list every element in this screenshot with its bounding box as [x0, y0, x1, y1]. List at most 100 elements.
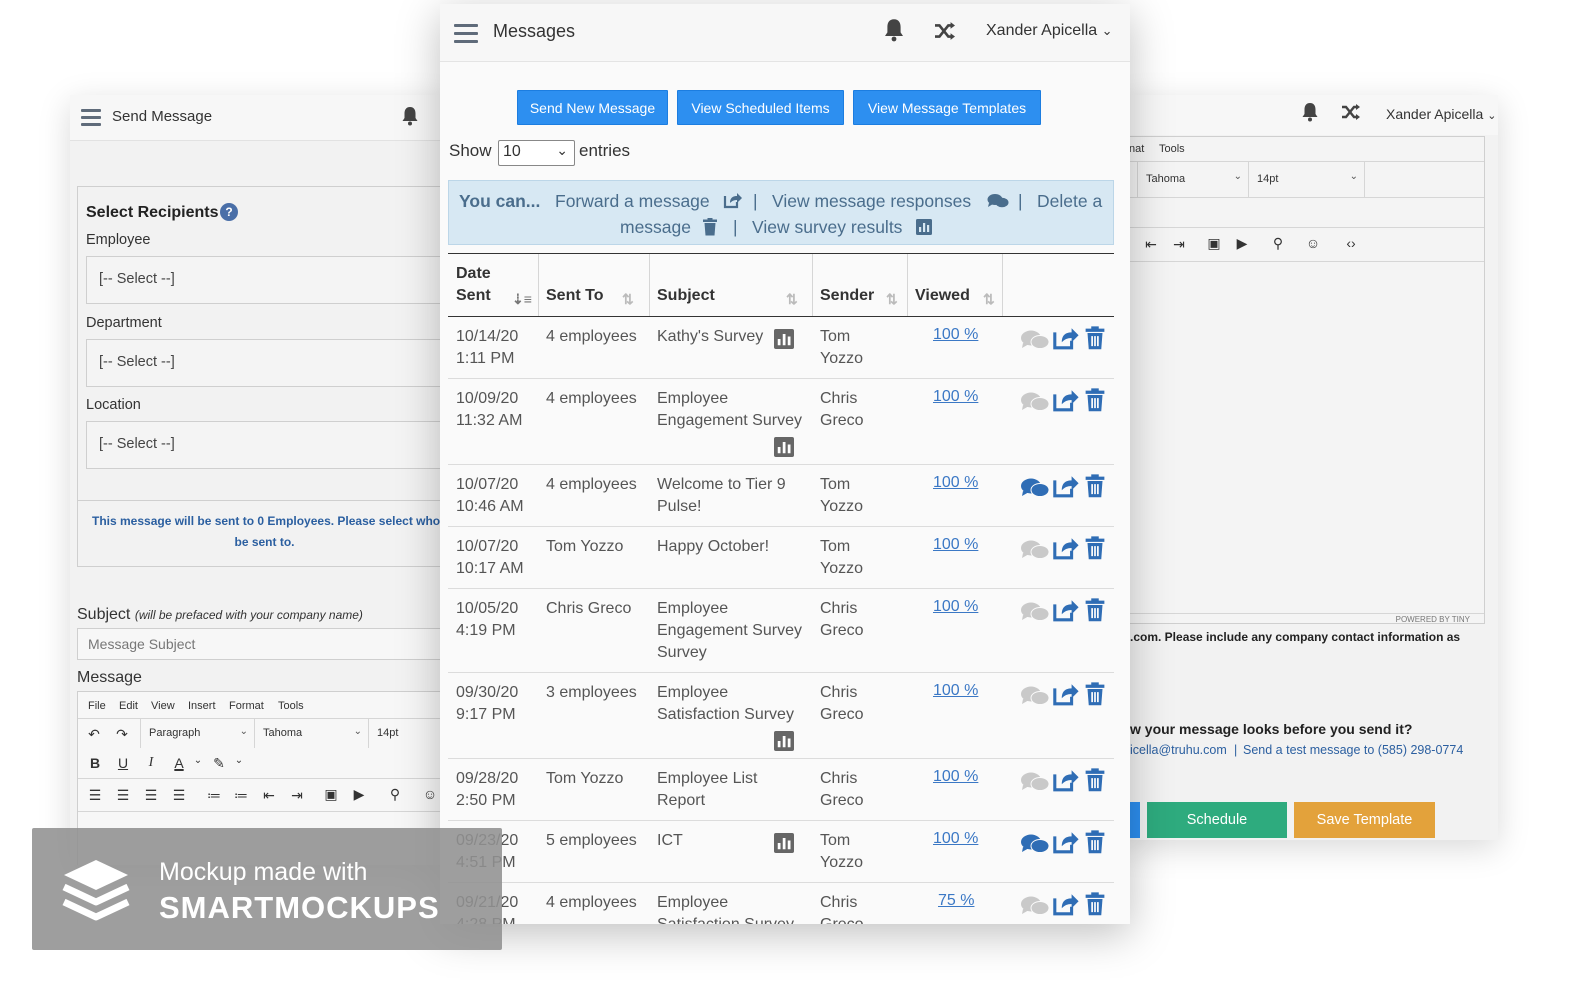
- comments-icon[interactable]: [1020, 391, 1050, 413]
- viewed-link[interactable]: 100 %: [933, 768, 978, 786]
- align-left-icon[interactable]: ☰: [87, 787, 103, 804]
- bell-icon[interactable]: [883, 18, 905, 42]
- user-menu[interactable]: Xander Apicella ⌄: [1386, 106, 1496, 122]
- location-select[interactable]: [-- Select --]: [86, 421, 450, 469]
- viewed-link[interactable]: 100 %: [933, 388, 978, 406]
- entries-select[interactable]: 10 ⌄: [498, 140, 575, 166]
- bar-chart-icon[interactable]: [774, 437, 794, 457]
- forward-icon[interactable]: [1052, 891, 1080, 917]
- sort-icon[interactable]: ⇅: [622, 291, 634, 308]
- col-sender[interactable]: Sender ⇅: [812, 254, 907, 316]
- bell-icon[interactable]: [401, 106, 419, 126]
- sort-icon[interactable]: ⇅: [786, 291, 798, 308]
- viewed-link[interactable]: 75 %: [938, 892, 974, 910]
- comments-icon[interactable]: [1020, 685, 1050, 707]
- media-icon[interactable]: ▶: [1234, 235, 1250, 252]
- comments-icon[interactable]: [1020, 833, 1050, 855]
- trash-icon[interactable]: [1085, 474, 1105, 498]
- outdent-icon[interactable]: ⇤: [261, 787, 277, 804]
- bullet-list-icon[interactable]: ≔: [206, 787, 222, 804]
- align-right-icon[interactable]: ☰: [143, 787, 159, 804]
- indent-icon[interactable]: ⇥: [289, 787, 305, 804]
- col-viewed[interactable]: Viewed ⇅: [907, 254, 1002, 316]
- department-select[interactable]: [-- Select --]: [86, 339, 450, 387]
- align-justify-icon[interactable]: ☰: [171, 787, 187, 804]
- chevron-down-icon[interactable]: ⌄: [231, 755, 247, 766]
- message-editor[interactable]: nat Tools Tahoma ⌄ 14pt ⌄ ⇤ ⇥ ▣ ▶ ⚲ ☺ ‹› P…: [1128, 136, 1485, 624]
- shuffle-icon[interactable]: [1341, 103, 1361, 121]
- comments-icon[interactable]: [1020, 477, 1050, 499]
- test-sms-link[interactable]: Send a test message to (585) 298-0774: [1243, 743, 1463, 757]
- menu-file[interactable]: File: [88, 700, 106, 712]
- bar-chart-icon[interactable]: [774, 731, 794, 751]
- sort-icon[interactable]: ⇅: [886, 291, 898, 308]
- indent-icon[interactable]: ⇥: [1171, 236, 1187, 253]
- menu-insert[interactable]: Insert: [188, 700, 216, 712]
- col-sent-to[interactable]: Sent To ⇅: [538, 254, 649, 316]
- sort-desc-icon[interactable]: ⇣≡: [512, 291, 532, 308]
- comments-icon[interactable]: [1020, 771, 1050, 793]
- bold-icon[interactable]: B: [87, 755, 103, 771]
- highlight-icon[interactable]: ✎: [211, 755, 227, 772]
- hamburger-icon[interactable]: [81, 109, 101, 126]
- user-menu[interactable]: Xander Apicella ⌄: [986, 22, 1113, 40]
- trash-icon[interactable]: [1085, 682, 1105, 706]
- image-icon[interactable]: ▣: [1206, 235, 1222, 252]
- forward-icon[interactable]: [1052, 829, 1080, 855]
- viewed-link[interactable]: 100 %: [933, 830, 978, 848]
- view-message-templates-button[interactable]: View Message Templates: [853, 90, 1041, 125]
- menu-format-partial[interactable]: nat: [1129, 143, 1144, 155]
- menu-tools[interactable]: Tools: [278, 700, 304, 712]
- trash-icon[interactable]: [1085, 388, 1105, 412]
- forward-icon[interactable]: [1052, 535, 1080, 561]
- trash-icon[interactable]: [1085, 326, 1105, 350]
- chevron-down-icon[interactable]: ⌄: [190, 755, 206, 766]
- col-date-sent[interactable]: Date Sent ⇣≡: [448, 254, 538, 316]
- forward-icon[interactable]: [1052, 325, 1080, 351]
- redo-icon[interactable]: ↷: [114, 726, 130, 743]
- trash-icon[interactable]: [1085, 830, 1105, 854]
- col-subject[interactable]: Subject ⇅: [649, 254, 812, 316]
- forward-icon[interactable]: [1052, 597, 1080, 623]
- numbered-list-icon[interactable]: ≔: [233, 787, 249, 804]
- forward-icon[interactable]: [1052, 681, 1080, 707]
- forward-icon[interactable]: [1052, 387, 1080, 413]
- font-family-select[interactable]: Tahoma ⌄: [1137, 162, 1249, 197]
- font-family-select[interactable]: Tahoma ⌄: [255, 719, 369, 748]
- viewed-link[interactable]: 100 %: [933, 598, 978, 616]
- shuffle-icon[interactable]: [933, 21, 957, 41]
- bar-chart-icon[interactable]: [774, 329, 794, 349]
- outdent-icon[interactable]: ⇤: [1143, 236, 1159, 253]
- viewed-link[interactable]: 100 %: [933, 474, 978, 492]
- font-size-select[interactable]: 14pt: [369, 719, 450, 748]
- help-icon[interactable]: ?: [220, 203, 238, 221]
- viewed-link[interactable]: 100 %: [933, 682, 978, 700]
- italic-icon[interactable]: I: [143, 755, 159, 771]
- comments-icon[interactable]: [1020, 895, 1050, 917]
- block-format-select[interactable]: Paragraph ⌄: [140, 719, 255, 748]
- menu-edit[interactable]: Edit: [119, 700, 138, 712]
- forward-icon[interactable]: [1052, 473, 1080, 499]
- trash-icon[interactable]: [1085, 598, 1105, 622]
- trash-icon[interactable]: [1085, 892, 1105, 916]
- trash-icon[interactable]: [1085, 536, 1105, 560]
- link-icon[interactable]: ⚲: [1270, 235, 1286, 252]
- align-center-icon[interactable]: ☰: [115, 787, 131, 804]
- viewed-link[interactable]: 100 %: [933, 326, 978, 344]
- menu-format[interactable]: Format: [229, 700, 264, 712]
- comments-icon[interactable]: [1020, 539, 1050, 561]
- subject-input[interactable]: Message Subject: [77, 628, 450, 660]
- comments-icon[interactable]: [1020, 329, 1050, 351]
- media-icon[interactable]: ▶: [351, 786, 367, 803]
- test-email-link[interactable]: icella@truhu.com: [1130, 743, 1227, 757]
- bell-icon[interactable]: [1301, 102, 1319, 122]
- schedule-button[interactable]: Schedule: [1147, 802, 1287, 838]
- image-icon[interactable]: ▣: [323, 786, 339, 803]
- employee-select[interactable]: [-- Select --]: [86, 256, 450, 304]
- viewed-link[interactable]: 100 %: [933, 536, 978, 554]
- code-icon[interactable]: ‹›: [1341, 235, 1361, 251]
- save-template-button[interactable]: Save Template: [1294, 802, 1435, 838]
- font-size-select[interactable]: 14pt ⌄: [1249, 162, 1365, 197]
- view-scheduled-items-button[interactable]: View Scheduled Items: [677, 90, 844, 125]
- menu-tools[interactable]: Tools: [1159, 143, 1185, 155]
